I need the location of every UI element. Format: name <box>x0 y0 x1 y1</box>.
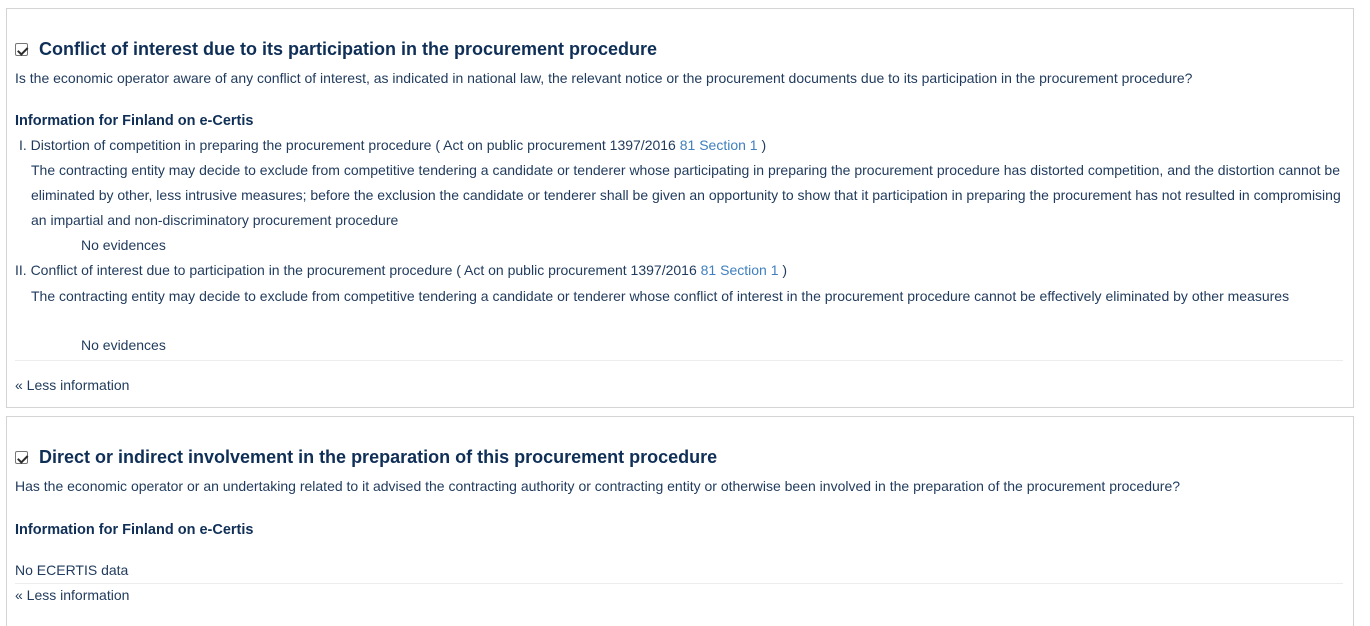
criterion-panel-preparation-involvement: Direct or indirect involvement in the pr… <box>6 416 1354 626</box>
ecertis-item-title: II. Conflict of interest due to particip… <box>15 262 787 278</box>
item-numeral: I. <box>19 137 27 153</box>
ecertis-heading: Information for Finland on e-Certis <box>15 522 254 538</box>
item-numeral: II. <box>15 262 27 278</box>
criterion-checkbox[interactable] <box>15 451 28 464</box>
less-information-link[interactable]: « Less information <box>15 377 129 393</box>
no-ecertis-data: No ECERTIS data <box>15 562 129 578</box>
criterion-checkbox[interactable] <box>15 43 28 56</box>
criterion-title: Direct or indirect involvement in the pr… <box>15 447 717 468</box>
criterion-title-text: Direct or indirect involvement in the pr… <box>39 447 718 467</box>
criterion-question: Has the economic operator or an undertak… <box>15 478 1181 494</box>
ecertis-item-title: I. Distortion of competition in preparin… <box>19 137 766 153</box>
criterion-panel-conflict-of-interest: Conflict of interest due to its particip… <box>6 8 1354 408</box>
divider <box>15 583 1343 584</box>
legal-reference-link[interactable]: 81 Section 1 <box>701 262 779 278</box>
item-legal-reference: ( Act on public procurement 1397/2016 <box>456 262 697 278</box>
ecertis-item-description: The contracting entity may decide to exc… <box>31 162 1341 228</box>
evidence-status: No evidences <box>81 337 166 353</box>
legal-reference-link[interactable]: 81 Section 1 <box>680 137 758 153</box>
ecertis-item-description: The contracting entity may decide to exc… <box>31 288 1290 304</box>
item-name: Conflict of interest due to participatio… <box>30 262 453 278</box>
item-ref-close: ) <box>761 137 767 153</box>
criterion-question: Is the economic operator aware of any co… <box>15 70 1193 86</box>
criterion-title-text: Conflict of interest due to its particip… <box>39 39 658 59</box>
divider <box>15 360 1343 361</box>
item-legal-reference: ( Act on public procurement 1397/2016 <box>435 137 676 153</box>
less-information-link[interactable]: « Less information <box>15 587 129 603</box>
criterion-title: Conflict of interest due to its particip… <box>15 39 657 60</box>
ecertis-heading: Information for Finland on e-Certis <box>15 113 254 129</box>
item-name: Distortion of competition in preparing t… <box>30 137 432 153</box>
item-ref-close: ) <box>782 262 788 278</box>
evidence-status: No evidences <box>81 237 166 253</box>
